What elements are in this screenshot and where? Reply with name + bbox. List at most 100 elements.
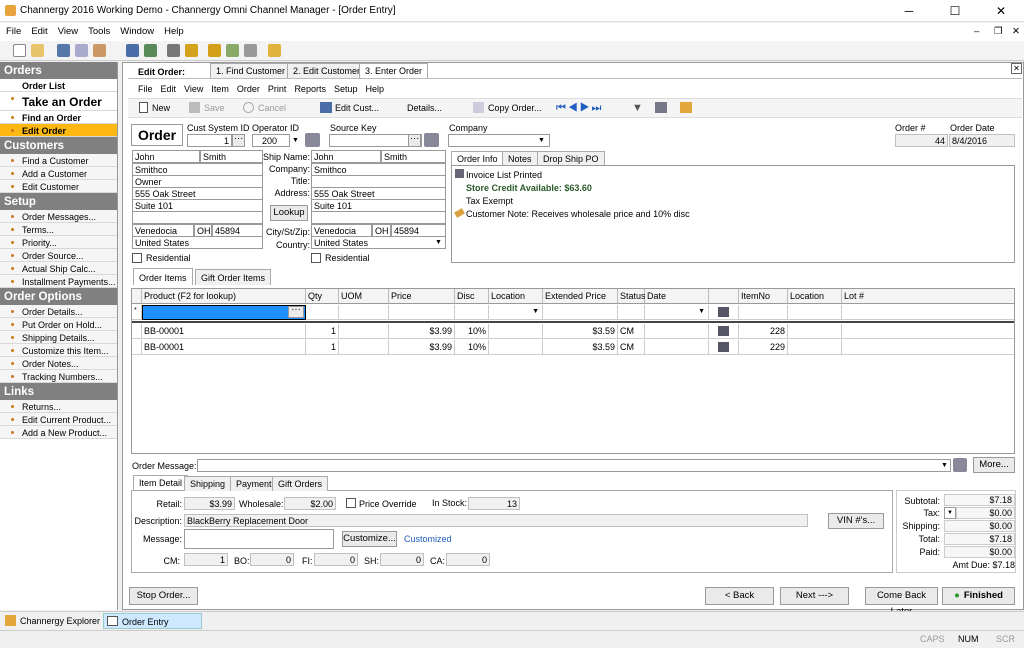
copy-order-button[interactable]: Copy Order...	[488, 103, 542, 113]
sidebar-item-order-notes[interactable]: Order Notes...	[0, 357, 117, 370]
new-location2-cell[interactable]	[788, 305, 842, 320]
new-lot-cell[interactable]	[842, 305, 1014, 320]
section-order-options[interactable]: Order Options	[0, 288, 117, 305]
operator-id-select[interactable]: 200	[252, 134, 290, 147]
ship-country-select[interactable]: United States	[311, 236, 446, 249]
last-record-icon[interactable]: ⏭	[592, 102, 604, 114]
message-field[interactable]	[184, 529, 334, 549]
menu-view[interactable]: View	[52, 23, 82, 37]
new-ext-cell[interactable]	[543, 305, 618, 320]
ship-residential-checkbox[interactable]	[311, 253, 321, 263]
uom-cell[interactable]	[339, 340, 389, 355]
menu-tools[interactable]: Tools	[82, 23, 114, 37]
section-customers[interactable]: Customers	[0, 137, 117, 154]
column-header-product[interactable]: Product (F2 for lookup)	[142, 289, 306, 304]
users-icon[interactable]	[226, 44, 239, 57]
inner-menu-setup[interactable]: Setup	[334, 84, 358, 94]
bill-last-name[interactable]: Smith	[200, 150, 263, 163]
status-cell[interactable]: CM	[618, 324, 645, 339]
new-location-cell[interactable]: ▼	[489, 305, 543, 320]
section-links[interactable]: Links	[0, 383, 117, 400]
row-selector[interactable]	[132, 340, 142, 355]
product-cell[interactable]: BB-00001	[142, 340, 306, 355]
column-header-extended-price[interactable]: Extended Price	[543, 289, 618, 304]
sidebar-item-order-list[interactable]: Order List	[0, 79, 117, 92]
date-cell[interactable]	[645, 340, 709, 355]
inner-menu-help[interactable]: Help	[365, 84, 384, 94]
new-doc-icon[interactable]	[13, 44, 26, 57]
location-cell[interactable]	[489, 324, 543, 339]
tab-gift-order-items[interactable]: Gift Order Items	[195, 269, 272, 285]
new-disc-cell[interactable]	[455, 305, 489, 320]
column-header-status[interactable]: Status	[618, 289, 646, 304]
stop-order-button[interactable]: Stop Order...	[129, 587, 198, 605]
product-lookup-button[interactable]: ···	[288, 305, 304, 318]
next-button[interactable]: Next --->	[780, 587, 849, 605]
lot-cell[interactable]	[842, 324, 1014, 339]
uom-cell[interactable]	[339, 324, 389, 339]
ext-price-cell[interactable]: $3.59	[543, 340, 618, 355]
checklist-icon[interactable]	[680, 102, 692, 113]
notes-icon[interactable]	[268, 44, 281, 57]
tab-gift-orders[interactable]: Gift Orders	[272, 476, 329, 491]
close-panel-button[interactable]: ✕	[1011, 63, 1022, 74]
sidebar-item-terms[interactable]: Terms...	[0, 223, 117, 236]
inner-menu-order[interactable]: Order	[237, 84, 260, 94]
menu-window[interactable]: Window	[114, 23, 158, 37]
calculator-icon[interactable]	[655, 102, 667, 113]
tax-dropdown[interactable]: ▼	[944, 507, 956, 519]
lot-cell[interactable]	[842, 340, 1014, 355]
date-cell[interactable]	[645, 324, 709, 339]
sidebar-item-tracking-numbers[interactable]: Tracking Numbers...	[0, 370, 117, 383]
column-header-location[interactable]: Location	[489, 289, 543, 304]
column-header-itemno[interactable]: ItemNo	[739, 289, 788, 304]
ship-last-name[interactable]: Smith	[381, 150, 446, 163]
customers-icon[interactable]	[126, 44, 139, 57]
chevron-down-icon[interactable]: ▼	[532, 308, 539, 315]
cut-icon[interactable]	[57, 44, 70, 57]
new-price-cell[interactable]	[389, 305, 455, 320]
ship-address3[interactable]	[311, 211, 446, 224]
row-selector[interactable]	[132, 324, 142, 339]
new-date-cell[interactable]: ▼	[645, 305, 709, 320]
sidebar-item-find-order[interactable]: Find an Order	[0, 111, 117, 124]
tab-item-detail[interactable]: Item Detail	[133, 475, 189, 490]
bill-residential-checkbox[interactable]	[132, 253, 142, 263]
sidebar-item-add-new-product[interactable]: Add a New Product...	[0, 426, 117, 439]
tab-enter-order[interactable]: 3. Enter Order	[359, 63, 429, 78]
column-header-qty[interactable]: Qty	[306, 289, 339, 304]
edit-item-icon[interactable]	[718, 307, 729, 317]
column-header-uom[interactable]: UOM	[339, 289, 389, 304]
tab-order-info[interactable]: Order Info	[451, 151, 504, 166]
location2-cell[interactable]	[788, 340, 842, 355]
chevron-down-icon[interactable]: ▼	[941, 462, 948, 469]
cancel-button[interactable]: Cancel	[258, 103, 286, 113]
new-product-input[interactable]	[142, 305, 306, 320]
menu-help[interactable]: Help	[158, 23, 188, 37]
ext-price-cell[interactable]: $3.59	[543, 324, 618, 339]
lookup-button[interactable]: Lookup	[270, 205, 308, 221]
edit-cell[interactable]	[709, 324, 739, 339]
bill-country[interactable]: United States	[132, 236, 263, 249]
tab-shipping[interactable]: Shipping	[184, 476, 232, 491]
prev-record-icon[interactable]: ◀	[568, 102, 580, 114]
tab-drop-ship-po[interactable]: Drop Ship PO	[537, 151, 605, 166]
sidebar-item-edit-order[interactable]: Edit Order	[0, 124, 117, 137]
mdi-restore-button[interactable]: ❐	[988, 23, 1007, 37]
qty-cell[interactable]: 1	[306, 324, 339, 339]
edit-item-icon[interactable]	[718, 326, 729, 336]
sidebar-item-order-source[interactable]: Order Source...	[0, 249, 117, 262]
orders-icon[interactable]	[185, 44, 198, 57]
sidebar-item-installment-payments[interactable]: Installment Payments...	[0, 275, 117, 288]
edit-cust-button[interactable]: Edit Cust...	[335, 103, 379, 113]
section-setup[interactable]: Setup	[0, 193, 117, 210]
menu-edit[interactable]: Edit	[25, 23, 51, 37]
price-cell[interactable]: $3.99	[389, 340, 455, 355]
customized-link[interactable]: Customized	[404, 534, 452, 544]
new-qty-cell[interactable]	[306, 305, 339, 320]
source-key-lookup-button[interactable]: ···	[408, 134, 421, 147]
tab-edit-customer[interactable]: 2. Edit Customer	[287, 63, 367, 78]
column-header-disc[interactable]: Disc	[455, 289, 489, 304]
inner-menu-print[interactable]: Print	[268, 84, 287, 94]
qty-cell[interactable]: 1	[306, 340, 339, 355]
